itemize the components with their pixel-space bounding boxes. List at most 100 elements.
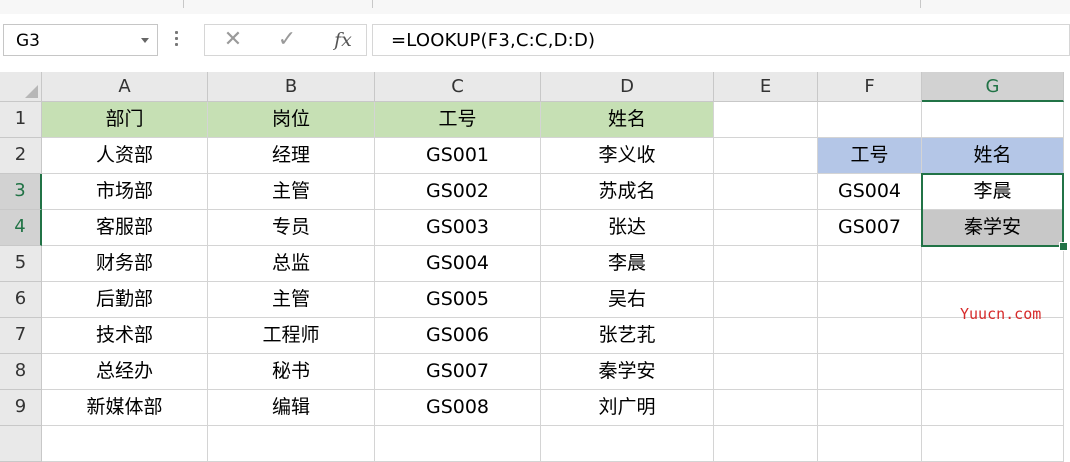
table-header-cell[interactable]: 岗位 bbox=[208, 102, 375, 138]
grid-cell[interactable] bbox=[714, 318, 818, 354]
table-cell[interactable]: GS003 bbox=[375, 210, 541, 246]
table-cell[interactable]: 李义收 bbox=[541, 138, 714, 174]
grid-cell[interactable] bbox=[922, 318, 1064, 354]
row-header-9[interactable]: 9 bbox=[0, 390, 42, 426]
more-options-icon[interactable] bbox=[175, 31, 179, 49]
formula-input[interactable]: =LOOKUP(F3,C:C,D:D) bbox=[372, 24, 1070, 56]
grid-cell[interactable] bbox=[818, 246, 922, 282]
grid-cell[interactable] bbox=[375, 426, 541, 462]
table-cell[interactable]: 编辑 bbox=[208, 390, 375, 426]
row-header-2[interactable]: 2 bbox=[0, 138, 42, 174]
column-header-f[interactable]: F bbox=[818, 72, 922, 102]
grid-cell[interactable] bbox=[818, 282, 922, 318]
table-cell[interactable]: 李晨 bbox=[541, 246, 714, 282]
table-header-cell[interactable]: 姓名 bbox=[541, 102, 714, 138]
grid-cell[interactable] bbox=[714, 282, 818, 318]
ribbon-separator bbox=[183, 0, 184, 8]
column-header-e[interactable]: E bbox=[714, 72, 818, 102]
lookup-cell[interactable]: 秦学安 bbox=[922, 210, 1064, 246]
grid-cell[interactable] bbox=[714, 138, 818, 174]
table-cell[interactable]: 秘书 bbox=[208, 354, 375, 390]
grid-cell[interactable] bbox=[818, 354, 922, 390]
column-header-a[interactable]: A bbox=[42, 72, 208, 102]
lookup-cell[interactable]: GS007 bbox=[818, 210, 922, 246]
table-cell[interactable]: 张艺芤 bbox=[541, 318, 714, 354]
select-all-triangle-icon bbox=[25, 85, 38, 98]
spreadsheet-grid[interactable]: A B C D E F G 1 2 3 4 5 6 7 8 9 部门 岗位 工号 姓名 人资部 经理 GS001 李义收 市场部… bbox=[0, 72, 1070, 462]
fill-handle[interactable] bbox=[1059, 242, 1068, 251]
table-cell[interactable]: 总监 bbox=[208, 246, 375, 282]
grid-cell[interactable] bbox=[818, 390, 922, 426]
name-box[interactable]: G3 bbox=[3, 24, 158, 56]
grid-cell[interactable] bbox=[922, 246, 1064, 282]
table-cell[interactable]: GS007 bbox=[375, 354, 541, 390]
column-header-b[interactable]: B bbox=[208, 72, 375, 102]
table-cell[interactable]: 后勤部 bbox=[42, 282, 208, 318]
table-cell[interactable]: GS004 bbox=[375, 246, 541, 282]
row-header-6[interactable]: 6 bbox=[0, 282, 42, 318]
table-cell[interactable]: 主管 bbox=[208, 282, 375, 318]
table-cell[interactable]: GS006 bbox=[375, 318, 541, 354]
table-header-cell[interactable]: 部门 bbox=[42, 102, 208, 138]
select-all-corner[interactable] bbox=[0, 72, 42, 102]
grid-cell[interactable] bbox=[714, 390, 818, 426]
table-cell[interactable]: 苏成名 bbox=[541, 174, 714, 210]
row-header-5[interactable]: 5 bbox=[0, 246, 42, 282]
row-header-4[interactable]: 4 bbox=[0, 210, 42, 246]
lookup-header-cell[interactable]: 工号 bbox=[818, 138, 922, 174]
table-cell[interactable]: 专员 bbox=[208, 210, 375, 246]
table-cell[interactable]: 新媒体部 bbox=[42, 390, 208, 426]
table-header-cell[interactable]: 工号 bbox=[375, 102, 541, 138]
cancel-icon[interactable]: ✕ bbox=[219, 28, 247, 52]
table-cell[interactable]: 秦学安 bbox=[541, 354, 714, 390]
lookup-cell[interactable]: 李晨 bbox=[922, 174, 1064, 210]
grid-cell[interactable] bbox=[714, 426, 818, 462]
table-cell[interactable]: 工程师 bbox=[208, 318, 375, 354]
grid-cell[interactable] bbox=[714, 354, 818, 390]
lookup-header-cell[interactable]: 姓名 bbox=[922, 138, 1064, 174]
grid-cell[interactable] bbox=[714, 102, 818, 138]
formula-bar: G3 ✕ ✓ fx =LOOKUP(F3,C:C,D:D) bbox=[0, 14, 1070, 72]
table-cell[interactable]: 吴右 bbox=[541, 282, 714, 318]
grid-cell[interactable] bbox=[922, 354, 1064, 390]
grid-cell[interactable] bbox=[818, 426, 922, 462]
row-header-3[interactable]: 3 bbox=[0, 174, 42, 210]
grid-cell[interactable] bbox=[818, 318, 922, 354]
table-cell[interactable]: 客服部 bbox=[42, 210, 208, 246]
chevron-down-icon[interactable] bbox=[141, 38, 149, 43]
table-cell[interactable]: GS001 bbox=[375, 138, 541, 174]
table-cell[interactable]: 财务部 bbox=[42, 246, 208, 282]
row-header-7[interactable]: 7 bbox=[0, 318, 42, 354]
row-header-1[interactable]: 1 bbox=[0, 102, 42, 138]
grid-cell[interactable] bbox=[922, 102, 1064, 138]
grid-cell[interactable] bbox=[714, 246, 818, 282]
grid-cell[interactable] bbox=[922, 390, 1064, 426]
grid-cell[interactable] bbox=[714, 174, 818, 210]
table-cell[interactable]: GS005 bbox=[375, 282, 541, 318]
table-cell[interactable]: 经理 bbox=[208, 138, 375, 174]
table-cell[interactable]: GS008 bbox=[375, 390, 541, 426]
column-header-c[interactable]: C bbox=[375, 72, 541, 102]
grid-cell[interactable] bbox=[208, 426, 375, 462]
row-header-partial[interactable] bbox=[0, 426, 42, 462]
grid-cell[interactable] bbox=[818, 102, 922, 138]
table-cell[interactable]: 市场部 bbox=[42, 174, 208, 210]
table-cell[interactable]: GS002 bbox=[375, 174, 541, 210]
grid-cell[interactable] bbox=[42, 426, 208, 462]
grid-cell[interactable] bbox=[922, 426, 1064, 462]
table-cell[interactable]: 人资部 bbox=[42, 138, 208, 174]
table-cell[interactable]: 主管 bbox=[208, 174, 375, 210]
table-cell[interactable]: 张达 bbox=[541, 210, 714, 246]
table-cell[interactable]: 刘广明 bbox=[541, 390, 714, 426]
enter-icon[interactable]: ✓ bbox=[273, 28, 301, 52]
column-header-d[interactable]: D bbox=[541, 72, 714, 102]
grid-cell[interactable] bbox=[714, 210, 818, 246]
ribbon-separator bbox=[920, 0, 921, 8]
table-cell[interactable]: 总经办 bbox=[42, 354, 208, 390]
grid-cell[interactable] bbox=[541, 426, 714, 462]
lookup-cell[interactable]: GS004 bbox=[818, 174, 922, 210]
column-header-g[interactable]: G bbox=[922, 72, 1064, 102]
table-cell[interactable]: 技术部 bbox=[42, 318, 208, 354]
insert-function-icon[interactable]: fx bbox=[329, 28, 357, 52]
row-header-8[interactable]: 8 bbox=[0, 354, 42, 390]
